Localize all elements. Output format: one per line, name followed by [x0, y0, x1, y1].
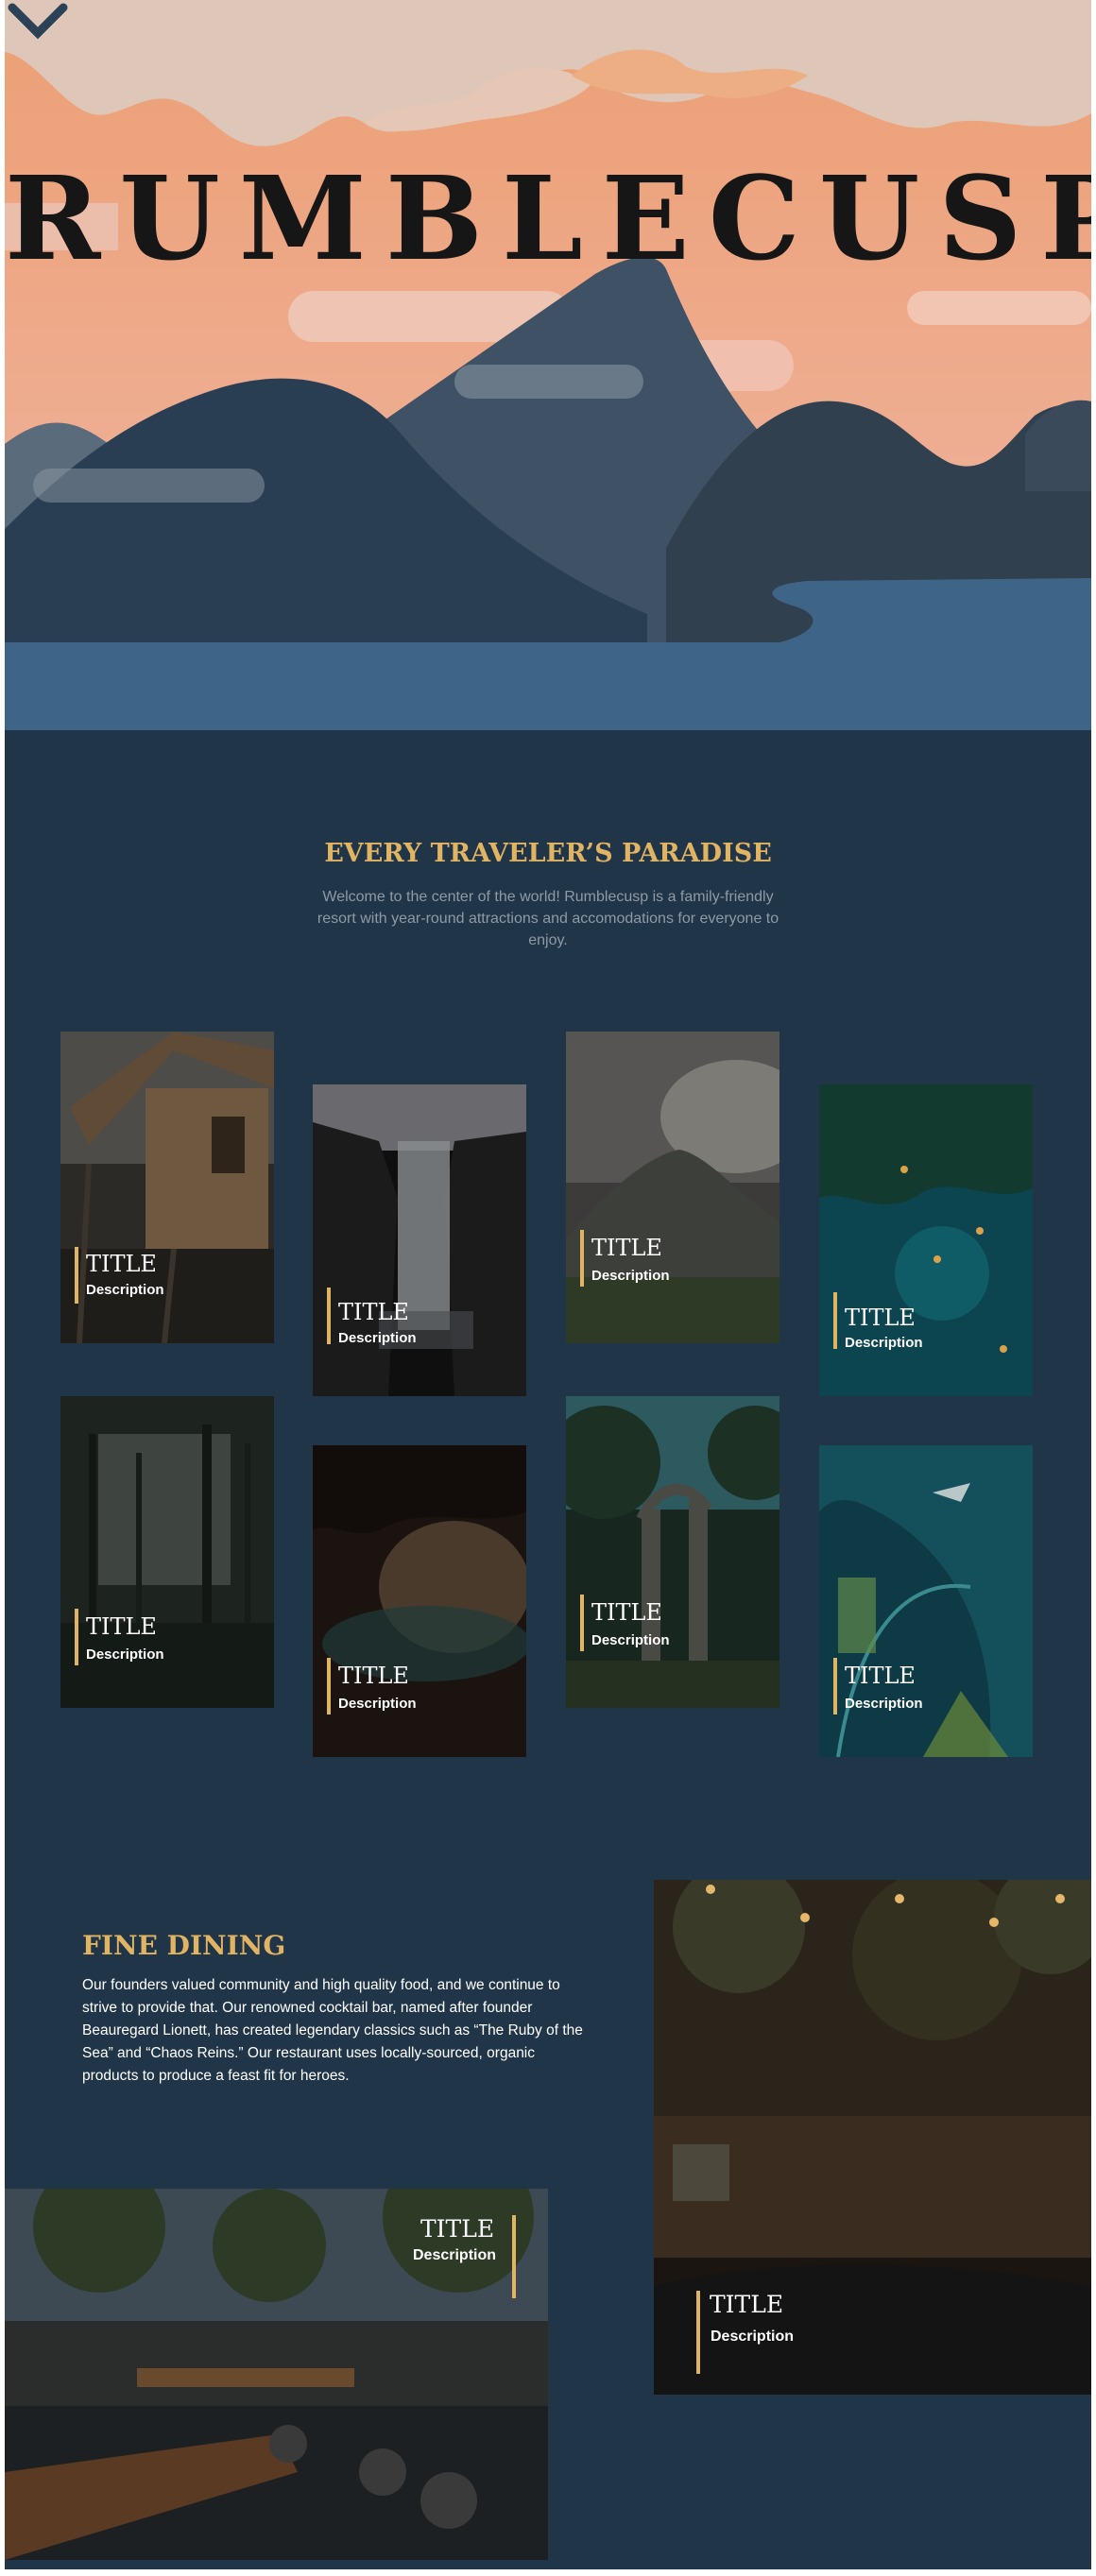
hero-banner: RUMBLECUSP [5, 0, 1091, 730]
card-description: Description [591, 1632, 670, 1648]
card-accent-bar [327, 1658, 331, 1714]
gallery-card[interactable]: TITLE Description [566, 1032, 779, 1343]
dining-photo[interactable]: TITLE Description [654, 1880, 1091, 2395]
card-accent-bar [327, 1288, 331, 1344]
card-description: Description [86, 1646, 164, 1663]
gallery-card[interactable]: TITLE Description [819, 1084, 1033, 1396]
dining-heading: FINE DINING [82, 1930, 286, 1961]
card-title: TITLE [591, 1599, 662, 1626]
ruins-photo [566, 1396, 779, 1708]
intro-text: Welcome to the center of the world! Rumb… [317, 889, 779, 948]
card-accent-bar [580, 1595, 584, 1651]
dining-photo[interactable]: TITLE Description [5, 2189, 548, 2560]
intro-heading: EVERY TRAVELER’S PARADISE [324, 839, 772, 868]
card-title: TITLE [338, 1663, 409, 1689]
card-title: TITLE [338, 1299, 409, 1325]
gallery-card[interactable]: TITLE Description [566, 1396, 779, 1708]
card-accent-bar [580, 1230, 584, 1287]
photo-accent-bar [512, 2215, 516, 2298]
card-title: TITLE [86, 1251, 157, 1277]
page: RUMBLECUSP EVERY TRAVELER’S PARADISE Wel… [5, 0, 1091, 2569]
waterfall-photo [313, 1084, 526, 1396]
dining-text: Our founders valued community and high q… [82, 1977, 583, 2084]
volcano-photo [566, 1032, 779, 1343]
site-title: RUMBLECUSP [5, 150, 1091, 286]
gallery-card[interactable]: TITLE Description [819, 1445, 1033, 1757]
card-description: Description [338, 1696, 417, 1712]
photo-accent-bar [696, 2291, 700, 2374]
hero-illustration [5, 0, 1091, 730]
card-accent-bar [75, 1609, 78, 1665]
gallery-card[interactable]: TITLE Description [60, 1032, 274, 1343]
card-description: Description [591, 1268, 670, 1284]
photo-title: TITLE [710, 2291, 784, 2318]
card-description: Description [86, 1282, 164, 1298]
card-description: Description [338, 1330, 417, 1346]
card-accent-bar [833, 1658, 837, 1714]
card-description: Description [845, 1335, 923, 1351]
gallery-card[interactable]: TITLE Description [60, 1396, 274, 1708]
card-title: TITLE [86, 1613, 157, 1640]
card-title: TITLE [591, 1235, 662, 1261]
card-description: Description [845, 1696, 923, 1712]
photo-title: TITLE [420, 2215, 495, 2243]
card-title: TITLE [845, 1663, 916, 1689]
photo-description: Description [711, 2329, 795, 2345]
photo-description: Description [413, 2247, 497, 2263]
card-accent-bar [833, 1292, 837, 1349]
chevron-down-icon[interactable] [5, 0, 71, 47]
restaurant-photo [5, 2189, 548, 2560]
gallery-card[interactable]: TITLE Description [313, 1084, 526, 1396]
card-accent-bar [75, 1247, 78, 1304]
card-title: TITLE [845, 1305, 916, 1331]
gallery-card[interactable]: TITLE Description [313, 1445, 526, 1757]
